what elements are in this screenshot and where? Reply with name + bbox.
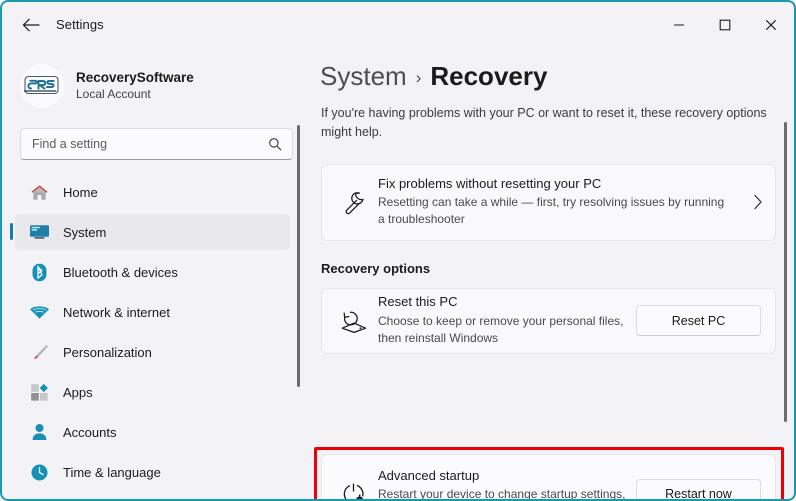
sidebar-item-label: Personalization (63, 344, 152, 360)
search-input[interactable] (32, 137, 252, 151)
home-icon (26, 182, 52, 202)
window-controls (656, 2, 794, 47)
reset-pc-text: Reset this PC Choose to keep or remove y… (378, 294, 636, 347)
close-button[interactable] (748, 2, 794, 47)
sidebar-item-home[interactable]: Home (15, 174, 290, 210)
sidebar-item-label: Accounts (63, 424, 117, 440)
maximize-button[interactable] (702, 2, 748, 47)
recovery-options-heading: Recovery options (321, 260, 431, 276)
sidebar-item-label: Bluetooth & devices (63, 264, 178, 280)
card-subtitle: Choose to keep or remove your personal f… (378, 313, 624, 345)
account-block[interactable]: RecoverySoftware Local Account (20, 59, 312, 113)
app-title: Settings (56, 17, 104, 32)
card-title: Advanced startup (378, 467, 480, 483)
clock-icon (26, 462, 52, 482)
reset-pc-button[interactable]: Reset PC (636, 305, 761, 336)
sidebar-item-label: Time & language (63, 464, 161, 480)
sidebar-item-label: Network & internet (63, 304, 170, 320)
card-subtitle: Restart your device to change startup se… (378, 487, 626, 501)
apps-icon (26, 382, 52, 402)
page-description: If you're having problems with your PC o… (321, 106, 767, 139)
sidebar-item-network-internet[interactable]: Network & internet (15, 294, 290, 330)
system-icon (26, 222, 52, 242)
wifi-icon (26, 302, 52, 322)
sidebar-nav: Home System Bluetooth & devices Network … (2, 174, 302, 490)
breadcrumb-separator-icon: › (415, 68, 422, 87)
bluetooth-icon (26, 262, 52, 282)
reset-pc-icon (330, 308, 378, 334)
sidebar: RecoverySoftware Local Account Find a se… (2, 47, 312, 499)
sidebar-item-personalization[interactable]: Personalization (15, 334, 290, 370)
account-subtitle: Local Account (76, 87, 151, 102)
avatar (20, 64, 64, 108)
sidebar-item-time-language[interactable]: Time & language (15, 454, 290, 490)
advanced-startup-card[interactable]: Advanced startup Restart your device to … (321, 454, 776, 501)
wrench-icon (330, 189, 378, 216)
breadcrumb: System › Recovery (320, 61, 794, 92)
card-title: Fix problems without resetting your PC (378, 175, 602, 191)
sidebar-item-apps[interactable]: Apps (15, 374, 290, 410)
settings-window: Settings RecoverySoftware Local Account … (0, 0, 796, 501)
minimize-button[interactable] (656, 2, 702, 47)
restart-now-button[interactable]: Restart now (636, 478, 761, 499)
reset-pc-card[interactable]: Reset this PC Choose to keep or remove y… (321, 287, 776, 354)
sidebar-item-label: Apps (63, 384, 93, 400)
advanced-startup-icon (330, 481, 378, 499)
search-icon (268, 137, 282, 156)
account-text: RecoverySoftware Local Account (76, 70, 194, 103)
advanced-startup-text: Advanced startup Restart your device to … (378, 467, 636, 501)
person-icon (26, 422, 52, 442)
main-content: System › Recovery If you're having probl… (312, 47, 794, 501)
page-title: Recovery (430, 61, 548, 91)
sidebar-item-bluetooth-devices[interactable]: Bluetooth & devices (15, 254, 290, 290)
back-button[interactable] (14, 10, 48, 40)
paintbrush-icon (26, 342, 52, 362)
main-scrollbar[interactable] (784, 122, 787, 422)
title-bar: Settings (2, 2, 794, 47)
sidebar-item-accounts[interactable]: Accounts (15, 414, 290, 450)
chevron-right-icon[interactable] (741, 194, 775, 210)
sidebar-item-label: Home (63, 184, 98, 200)
fix-problems-card[interactable]: Fix problems without resetting your PC R… (321, 163, 776, 241)
card-subtitle: Resetting can take a while — first, try … (378, 195, 725, 227)
breadcrumb-parent[interactable]: System (320, 61, 407, 92)
sidebar-item-label: System (63, 224, 107, 240)
account-name: RecoverySoftware (76, 69, 194, 85)
search-box[interactable] (20, 128, 293, 160)
sidebar-scrollbar[interactable] (297, 125, 300, 387)
sidebar-item-system[interactable]: System (10, 214, 290, 250)
fix-problems-text: Fix problems without resetting your PC R… (378, 176, 741, 229)
card-title: Reset this PC (378, 294, 458, 310)
